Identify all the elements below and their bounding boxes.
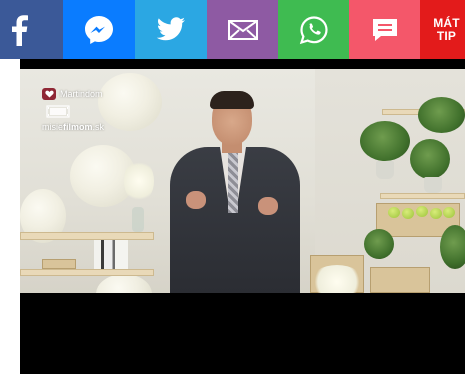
video-letterbox-top (20, 59, 465, 69)
watermark-site-bold: filmom (63, 122, 93, 132)
apple (430, 208, 442, 219)
video-frame-image: Martindom misiefilmom.sk (20, 69, 465, 293)
sms-share-button[interactable] (349, 0, 420, 59)
watermark-brand: Martindom (60, 89, 103, 99)
video-player[interactable]: Martindom misiefilmom.sk (20, 59, 465, 374)
watermark-site: misiefilmom.sk (42, 122, 104, 132)
video-watermark: Martindom misiefilmom.sk (42, 87, 104, 132)
potted-plant (440, 225, 465, 269)
heart-logo-icon (42, 88, 56, 100)
wooden-crate (370, 267, 430, 293)
presenter-hair (210, 91, 254, 109)
right-shelf (380, 193, 465, 199)
potted-plant (364, 229, 394, 259)
watermark-site-suffix: .sk (92, 122, 105, 132)
facebook-share-button[interactable] (0, 0, 63, 59)
apple (443, 207, 455, 218)
whatsapp-icon (299, 15, 328, 44)
twitter-icon (156, 16, 185, 40)
left-shelf-lower (20, 269, 154, 276)
tip-button[interactable]: MÁT TIP (420, 0, 465, 59)
presenter-tie (228, 151, 238, 213)
tip-button-label-line2: TIP (436, 28, 457, 43)
film-camera-icon (46, 105, 70, 118)
glass-vase (132, 207, 144, 232)
left-shelf (20, 232, 154, 240)
flower-bush (310, 265, 364, 293)
apple (388, 207, 400, 218)
message-icon (372, 18, 397, 41)
email-share-button[interactable] (207, 0, 278, 59)
potted-plant (360, 121, 410, 161)
wooden-box (42, 259, 76, 269)
presenter-right-hand (258, 197, 278, 215)
apple (402, 208, 414, 219)
watermark-site-prefix: misie (42, 122, 64, 132)
facebook-icon (12, 14, 28, 46)
mail-icon (227, 19, 258, 40)
presenter (170, 91, 300, 293)
share-bar: MÁT TIP (0, 0, 465, 59)
twitter-share-button[interactable] (135, 0, 207, 59)
paper-lantern (96, 274, 152, 293)
tip-button-label-line1: MÁT (433, 15, 460, 30)
presenter-left-hand (186, 191, 206, 209)
messenger-icon (85, 15, 113, 44)
messenger-share-button[interactable] (63, 0, 135, 59)
apple (416, 206, 428, 217)
potted-plant (410, 139, 450, 179)
plant-pot (424, 177, 442, 193)
whatsapp-share-button[interactable] (278, 0, 349, 59)
flower-bouquet (124, 159, 154, 203)
paper-lantern (98, 73, 162, 131)
books (94, 240, 128, 269)
potted-plant (418, 97, 465, 133)
plant-pot (376, 161, 394, 179)
